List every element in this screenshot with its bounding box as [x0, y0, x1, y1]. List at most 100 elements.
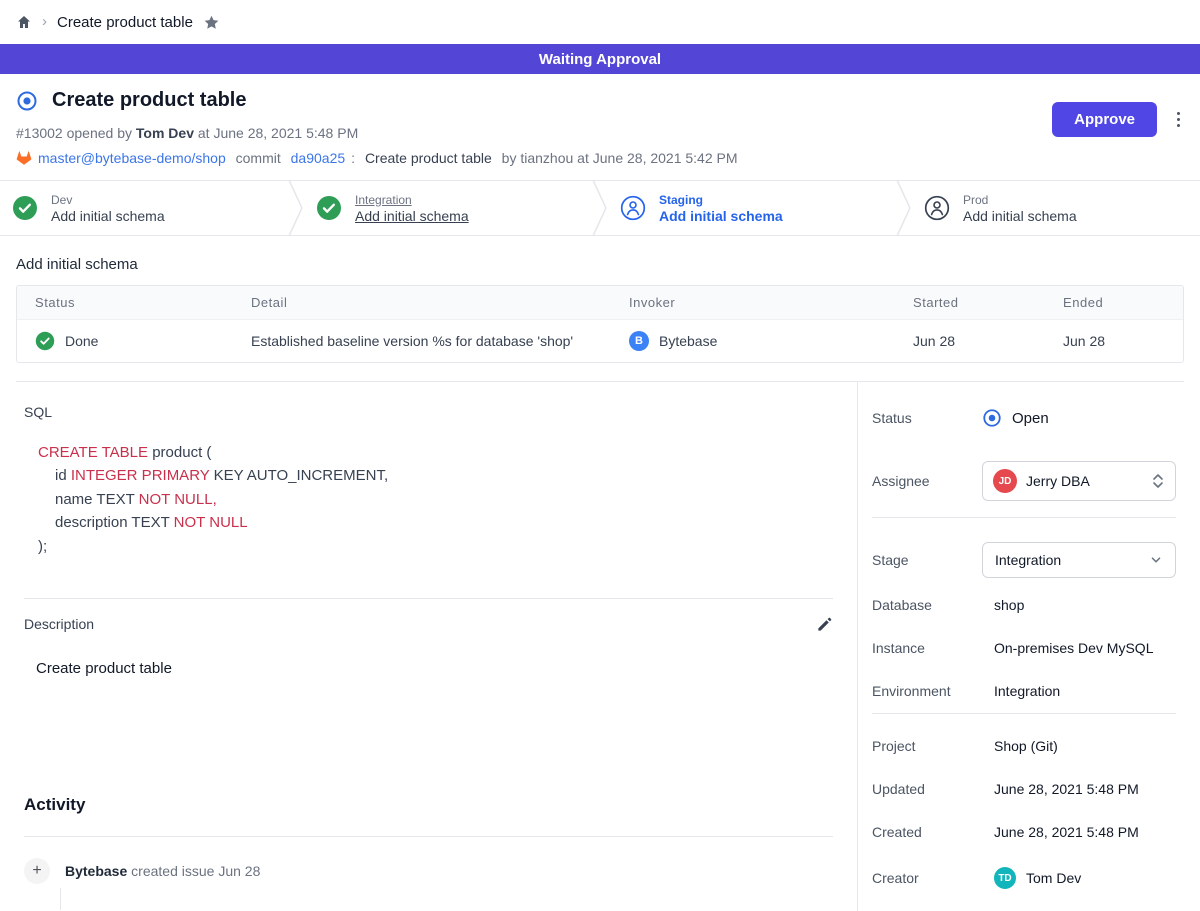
more-options-icon[interactable]	[1173, 108, 1184, 131]
stage-env-label: Staging	[659, 193, 783, 207]
pending-person-icon	[620, 195, 646, 221]
commit-branch-link[interactable]: master@bytebase-demo/shop	[38, 150, 226, 166]
issue-detail-panel: SQL CREATE TABLE product ( id INTEGER PR…	[0, 382, 857, 911]
stage-integration[interactable]: Integration Add initial schema	[304, 181, 592, 235]
assignee-select[interactable]: JD Jerry DBA	[982, 461, 1176, 501]
stage-dropdown[interactable]: Integration	[982, 542, 1176, 578]
page-title: Create product table	[52, 89, 246, 112]
activity-plus-icon[interactable]: +	[24, 858, 50, 884]
breadcrumb-current[interactable]: Create product table	[57, 14, 193, 31]
task-section: Add initial schema Status Detail Invoker…	[0, 236, 1200, 382]
status-label: Status	[872, 410, 982, 426]
stage-staging[interactable]: Staging Add initial schema	[608, 181, 896, 235]
status-value: Open	[1012, 410, 1049, 427]
gitlab-icon	[16, 150, 32, 166]
commit-message: Create product table	[365, 150, 492, 166]
stage-separator	[592, 181, 608, 235]
sql-keyword: NOT NULL	[174, 514, 248, 531]
edit-description-pencil-icon[interactable]	[816, 616, 833, 633]
assignee-value: Jerry DBA	[1026, 473, 1090, 489]
instance-label: Instance	[872, 640, 982, 656]
creator-label: Creator	[872, 870, 982, 886]
updated-value: June 28, 2021 5:48 PM	[982, 781, 1139, 797]
check-circle-icon	[12, 195, 38, 221]
pending-person-icon	[924, 195, 950, 221]
database-value: shop	[982, 597, 1024, 613]
approve-button[interactable]: Approve	[1052, 102, 1157, 137]
creator-value: Tom Dev	[1026, 870, 1081, 886]
issue-open-icon	[16, 90, 38, 112]
stage-separator	[288, 181, 304, 235]
stage-dev[interactable]: Dev Add initial schema	[0, 181, 288, 235]
issue-meta: #13002 opened by Tom Dev at June 28, 202…	[16, 125, 1184, 141]
creator-avatar: TD	[994, 867, 1016, 889]
commit-hash-link[interactable]: da90a25	[291, 150, 346, 166]
instance-value: On-premises Dev MySQL	[982, 640, 1153, 656]
stage-prod[interactable]: Prod Add initial schema	[912, 181, 1200, 235]
task-started: Jun 28	[895, 322, 1045, 360]
home-icon[interactable]	[16, 14, 32, 30]
stage-task-label: Add initial schema	[659, 208, 783, 224]
column-detail: Detail	[233, 286, 611, 319]
activity-title: Activity	[24, 795, 833, 815]
sql-label: SQL	[24, 404, 833, 420]
created-label: Created	[872, 824, 982, 840]
assignee-avatar: JD	[993, 469, 1017, 493]
environment-label: Environment	[872, 683, 982, 699]
open-status-icon	[982, 408, 1002, 428]
task-status: Done	[65, 333, 98, 349]
favorite-star-icon[interactable]	[203, 14, 220, 31]
activity-item: + Bytebase created issue Jun 28	[24, 858, 833, 884]
chevron-down-icon	[1149, 553, 1163, 567]
stage-task-label: Add initial schema	[963, 208, 1077, 224]
column-status: Status	[17, 286, 233, 319]
stage-value: Integration	[995, 552, 1061, 568]
description-content: Create product table	[36, 660, 833, 677]
issue-header: Create product table #13002 opened by To…	[0, 74, 1200, 180]
invoker-avatar: B	[629, 331, 649, 351]
stage-separator	[896, 181, 912, 235]
issue-author: Tom Dev	[136, 125, 194, 141]
check-circle-icon	[316, 195, 342, 221]
column-invoker: Invoker	[611, 286, 895, 319]
project-label: Project	[872, 738, 982, 754]
stage-task-label: Add initial schema	[51, 208, 165, 224]
assignee-label: Assignee	[872, 473, 982, 489]
task-table: Status Detail Invoker Started Ended Done…	[16, 285, 1184, 363]
table-row[interactable]: Done Established baseline version %s for…	[17, 320, 1183, 362]
activity-timeline-line	[60, 888, 61, 910]
task-table-header: Status Detail Invoker Started Ended	[17, 286, 1183, 320]
issue-id: #13002	[16, 125, 63, 141]
breadcrumb-separator-icon: ›	[42, 13, 47, 30]
created-value: June 28, 2021 5:48 PM	[982, 824, 1139, 840]
updated-label: Updated	[872, 781, 982, 797]
stage-task-label[interactable]: Add initial schema	[355, 208, 469, 224]
status-banner: Waiting Approval	[0, 44, 1200, 74]
project-value: Shop (Git)	[982, 738, 1058, 754]
environment-value: Integration	[982, 683, 1060, 699]
column-started: Started	[895, 286, 1045, 319]
section-divider	[24, 836, 833, 837]
column-ended: Ended	[1045, 286, 1183, 319]
database-label: Database	[872, 597, 982, 613]
activity-action: created issue Jun 28	[131, 863, 260, 879]
sidebar-divider	[872, 713, 1176, 714]
stage-env-label: Prod	[963, 193, 1077, 207]
stage-label: Stage	[872, 552, 982, 568]
pipeline-stage-bar: Dev Add initial schema Integration Add i…	[0, 180, 1200, 236]
description-label: Description	[24, 616, 94, 632]
sql-keyword: INTEGER PRIMARY	[71, 467, 210, 484]
task-ended: Jun 28	[1045, 322, 1183, 360]
activity-actor: Bytebase	[65, 863, 127, 879]
sql-code-block: CREATE TABLE product ( id INTEGER PRIMAR…	[38, 441, 833, 558]
stage-env-label[interactable]: Integration	[355, 193, 469, 207]
issue-sidebar: Status Open Assignee JD Jerry DBA Stage	[857, 382, 1200, 911]
sidebar-divider	[872, 517, 1176, 518]
breadcrumb: › Create product table	[0, 0, 1200, 44]
task-detail: Established baseline version %s for data…	[233, 322, 611, 360]
updown-chevrons-icon	[1151, 473, 1165, 489]
task-section-title: Add initial schema	[16, 256, 1184, 273]
sql-keyword: NOT NULL,	[139, 491, 217, 508]
stage-env-label: Dev	[51, 193, 165, 207]
check-circle-icon	[35, 331, 55, 351]
